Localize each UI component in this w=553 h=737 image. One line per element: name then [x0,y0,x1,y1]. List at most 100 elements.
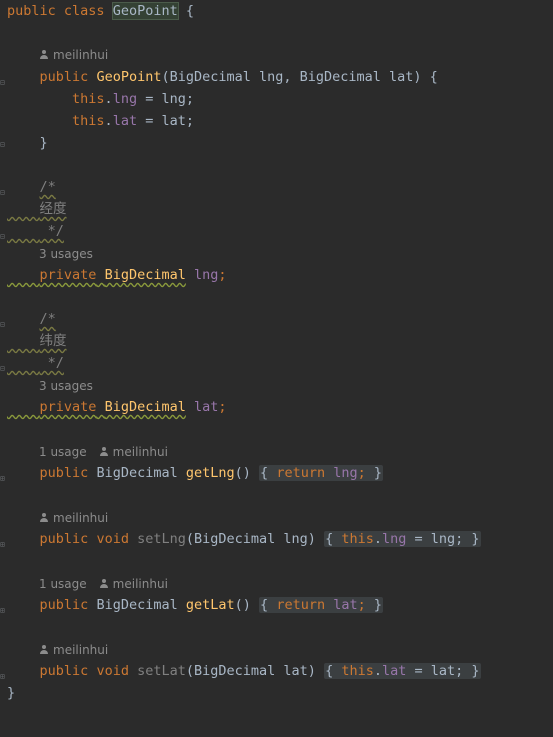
method-name: setLng [137,531,186,547]
comment-pad [7,223,40,239]
comment-open: /* [39,179,56,195]
fold-marker-icon[interactable]: ⊞ [0,672,7,681]
semicolon: ; [357,465,366,481]
ctor-params: (BigDecimal lng, BigDecimal lat) { [161,69,438,85]
code-line-getter[interactable]: public BigDecimal getLat() { return lat;… [7,594,384,616]
fold-marker-icon[interactable]: ⊞ [0,606,7,615]
usage-count: 1 usage [39,577,87,591]
keyword: class [63,3,105,19]
person-icon [99,579,109,589]
comment-pad [7,201,40,217]
type-name: BigDecimal [104,399,186,415]
field-ref: lat [112,113,138,129]
code-line-comment[interactable]: 纬度 [7,330,67,352]
brace: } [7,685,16,701]
expr: = lat; [406,663,464,679]
keyword: void [96,531,129,547]
folded-body[interactable]: { this.lng = lng; } [324,531,481,547]
type-name: BigDecimal [104,267,186,283]
keyword: return [276,465,326,481]
keyword: this [341,663,374,679]
code-line-ctor-body[interactable]: this.lat = lat; [7,110,194,132]
class-name[interactable]: GeoPoint [111,2,179,20]
comment-pad [7,355,40,371]
field-ref: lng [112,91,138,107]
comment-text: 纬度 [39,333,67,349]
keyword: public [39,597,89,613]
person-icon [39,513,49,523]
method-name: setLat [137,663,186,679]
type-name: BigDecimal [96,465,178,481]
code-line-getter[interactable]: public BigDecimal getLng() { return lng;… [7,462,384,484]
keyword: public [39,663,89,679]
semicolon: ; [357,597,366,613]
fold-marker-icon[interactable]: ⊞ [0,474,7,483]
method-name: getLat [185,597,235,613]
keyword: this [72,91,105,107]
author-hint[interactable]: meilinhui [39,46,108,64]
person-icon [39,645,49,655]
field-pad [7,399,40,415]
author-hint[interactable]: meilinhui [39,641,108,659]
code-line-setter[interactable]: public void setLng(BigDecimal lng) { thi… [7,528,481,550]
fold-marker-icon[interactable]: ⊟ [0,364,7,373]
fold-marker-icon[interactable]: ⊟ [0,78,7,87]
author-name: meilinhui [53,511,109,525]
author-name: meilinhui [53,48,109,62]
fold-marker-icon[interactable]: ⊟ [0,188,7,197]
author-name: meilinhui [112,445,168,459]
expr: = lat; [137,113,194,129]
code-line-comment[interactable]: */ [7,220,64,242]
fold-marker-icon[interactable]: ⊟ [0,232,7,241]
field-ref: lat [381,663,407,679]
type-name: BigDecimal [96,597,178,613]
code-line-comment[interactable]: /* [7,176,56,198]
code-line-ctor[interactable]: public GeoPoint(BigDecimal lng, BigDecim… [7,66,438,88]
field-ref: lng [333,465,358,481]
usage-author-hint[interactable]: 1 usage meilinhui [39,443,168,461]
folded-body[interactable]: { this.lat = lat; } [324,663,481,679]
usage-count: 1 usage [39,445,87,459]
code-line-setter[interactable]: public void setLat(BigDecimal lat) { thi… [7,660,481,682]
keyword: public [39,465,89,481]
code-line-comment[interactable]: /* [7,308,56,330]
code-line-field-decl[interactable]: private BigDecimal lat; [7,396,227,418]
code-line-class-close[interactable]: } [7,682,15,704]
semicolon: ; [218,267,227,283]
keyword: public [39,531,89,547]
keyword: public [39,69,89,85]
comment-close: */ [39,223,64,239]
field-ref: lat [333,597,358,613]
code-line-ctor-body[interactable]: this.lng = lng; [7,88,194,110]
author-hint[interactable]: meilinhui [39,509,108,527]
fold-marker-icon[interactable]: ⊟ [0,140,7,149]
keyword: this [72,113,105,129]
field-pad [7,267,40,283]
usages-hint[interactable]: 3 usages [39,377,93,395]
params: (BigDecimal lat) [185,663,316,679]
usage-author-hint[interactable]: 1 usage meilinhui [39,575,168,593]
code-line-ctor-close[interactable]: } [7,132,48,154]
keyword: private [39,399,97,415]
author-name: meilinhui [112,577,168,591]
comment-pad [7,333,40,349]
expr: = lng; [406,531,464,547]
field-name: lat [193,399,219,415]
params: (BigDecimal lng) [185,531,316,547]
code-line-comment[interactable]: 经度 [7,198,67,220]
fold-marker-icon[interactable]: ⊟ [0,320,7,329]
fold-marker-icon[interactable]: ⊞ [0,540,7,549]
code-line-class-decl[interactable]: public class GeoPoint { [7,0,194,22]
usages-hint[interactable]: 3 usages [39,245,93,263]
brace: { [177,3,194,19]
comment-open: /* [39,311,56,327]
author-name: meilinhui [53,643,109,657]
code-line-comment[interactable]: */ [7,352,64,374]
keyword: this [341,531,374,547]
comment-text: 经度 [39,201,67,217]
keyword: void [96,663,129,679]
folded-body[interactable]: { return lat; } [259,597,384,613]
folded-body[interactable]: { return lng; } [259,465,384,481]
code-line-field-decl[interactable]: private BigDecimal lng; [7,264,227,286]
person-icon [99,447,109,457]
